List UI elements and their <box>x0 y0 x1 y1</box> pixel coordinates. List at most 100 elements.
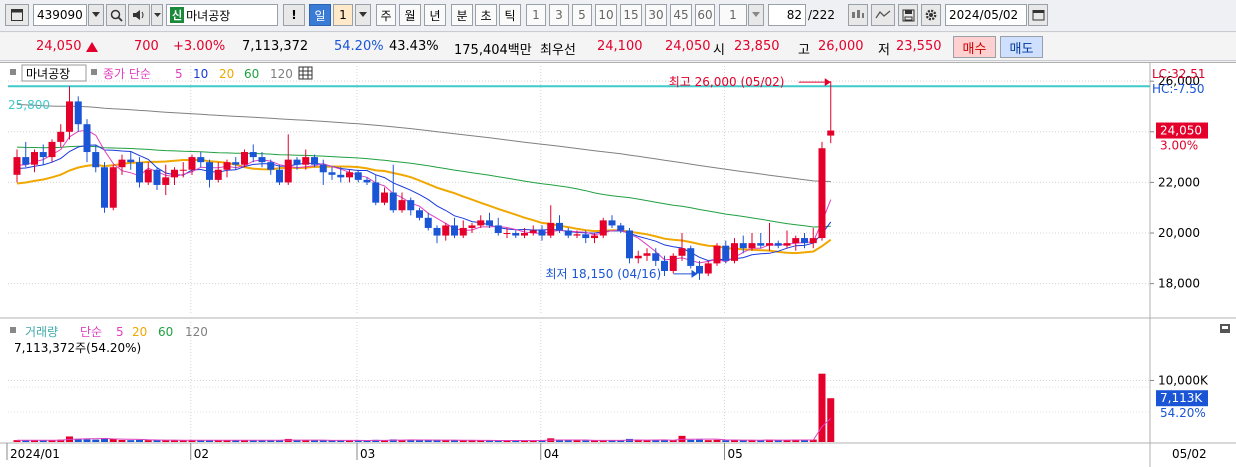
code-dropdown-icon[interactable] <box>88 4 104 26</box>
candle-body <box>171 169 178 178</box>
volume-bar <box>311 440 318 442</box>
page-count-field[interactable]: 82 <box>768 4 806 26</box>
candle-body <box>92 152 100 168</box>
price-tick-label: 20,000 <box>1158 226 1200 240</box>
candle-body <box>696 265 703 274</box>
candle <box>626 227 633 264</box>
candle <box>713 243 721 266</box>
interval-3-button[interactable]: 3 <box>549 4 569 26</box>
volume-tag-pct: 54.20% <box>1160 406 1206 420</box>
candle-body <box>223 162 231 170</box>
period-dropdown-icon[interactable] <box>355 4 371 26</box>
best-ask: 24,100 <box>597 39 643 54</box>
candle-body <box>328 172 336 175</box>
volume-legend-square-icon <box>10 327 16 333</box>
volume-bar <box>573 440 581 442</box>
table-icon[interactable] <box>298 66 313 80</box>
candle-body <box>801 238 808 244</box>
interval-60-button[interactable]: 60 <box>695 4 715 26</box>
code-input[interactable]: 439090 <box>33 4 87 26</box>
min-annotation: 최저 18,150 (04/16) <box>546 267 662 281</box>
candle-body <box>748 243 756 249</box>
candle-body <box>599 220 607 236</box>
compare-icon[interactable] <box>848 4 868 26</box>
price-tag-pct: 3.00% <box>1160 139 1198 153</box>
candle-body <box>214 169 222 180</box>
candle-body <box>74 101 82 125</box>
interval-dropdown-icon[interactable] <box>748 4 764 26</box>
search-icon[interactable] <box>106 4 126 26</box>
candle-body <box>626 230 633 259</box>
candle-body <box>809 238 817 244</box>
volume-info: 7,113,372주(54.20%) <box>14 341 141 355</box>
volume-bar <box>818 373 826 442</box>
alert-button[interactable]: ! <box>283 4 305 26</box>
volume-bar <box>92 439 100 442</box>
candle-body <box>783 243 791 246</box>
interval-15-button[interactable]: 15 <box>620 4 642 26</box>
period-yearly-button[interactable]: 년 <box>424 4 446 26</box>
pane-maximize-icon[interactable] <box>1220 324 1230 333</box>
legend-ma20: 20 <box>219 67 234 81</box>
interval-30-button[interactable]: 30 <box>645 4 667 26</box>
candle-body <box>153 169 161 185</box>
volume-legend-name: 거래량 <box>25 325 58 339</box>
interval-1-button[interactable]: 1 <box>526 4 546 26</box>
candle-body <box>267 162 275 170</box>
period-second-button[interactable]: 초 <box>475 4 497 26</box>
stock-chart[interactable]: 최고 26,000 (05/02) 최저 18,150 (04/16) 18,00… <box>0 62 1236 467</box>
window-icon[interactable] <box>5 4 29 26</box>
speaker-dropdown-icon[interactable] <box>151 4 163 26</box>
buy-button[interactable]: 매수 <box>953 36 996 58</box>
candle-body <box>731 243 738 261</box>
volume-bar <box>127 440 135 442</box>
legend-ma120: 120 <box>270 67 293 81</box>
candle-body <box>468 225 476 228</box>
candle-body <box>521 233 528 236</box>
candle-body <box>381 192 388 203</box>
save-icon[interactable] <box>898 4 918 26</box>
legend-stock-name: 마녀공장 <box>26 67 70 81</box>
candle-body <box>249 152 257 158</box>
candle-body <box>634 255 642 259</box>
candle <box>818 141 826 241</box>
interval-45-button[interactable]: 45 <box>670 4 692 26</box>
interval-custom-field[interactable]: 1 <box>719 4 747 26</box>
date-input[interactable]: 2024/05/02 <box>945 4 1027 26</box>
candle-body <box>188 157 196 170</box>
period-count-field[interactable]: 1 <box>333 4 353 26</box>
candle-body <box>591 235 598 239</box>
candle-body <box>293 159 301 165</box>
open-price: 23,850 <box>734 39 780 54</box>
xaxis-label: 02 <box>194 447 209 461</box>
interval-10-button[interactable]: 10 <box>595 4 617 26</box>
period-minute-button[interactable]: 분 <box>451 4 473 26</box>
period-monthly-button[interactable]: 월 <box>399 4 421 26</box>
gear-icon[interactable] <box>921 4 941 26</box>
calendar-icon[interactable] <box>1028 4 1048 26</box>
candle-body <box>512 233 520 236</box>
price-tick-label: 18,000 <box>1158 277 1200 291</box>
trend-line-icon[interactable] <box>871 4 895 26</box>
candle-body <box>477 220 485 226</box>
period-tick-button[interactable]: 틱 <box>499 4 521 26</box>
candle-body <box>389 192 397 211</box>
volume-bar <box>582 440 590 442</box>
candle-body <box>276 169 283 183</box>
volume-legend-label: 단순 <box>80 325 102 339</box>
candle-body <box>354 172 362 180</box>
period-daily-button[interactable]: 일 <box>309 4 331 26</box>
interval-5-button[interactable]: 5 <box>572 4 592 26</box>
volume-bar <box>713 439 721 442</box>
xaxis-label: 2024/01 <box>10 447 60 461</box>
up-arrow-icon <box>86 41 98 55</box>
candle-body <box>39 152 47 158</box>
sell-button[interactable]: 매도 <box>1000 36 1043 58</box>
stock-name-field[interactable]: 신 마녀공장 <box>166 4 278 26</box>
candle <box>241 149 248 168</box>
period-weekly-button[interactable]: 주 <box>376 4 396 26</box>
speaker-icon[interactable] <box>128 4 150 26</box>
candle-body <box>398 200 406 211</box>
candle-body <box>31 152 38 165</box>
open-label: 시 <box>713 43 725 58</box>
